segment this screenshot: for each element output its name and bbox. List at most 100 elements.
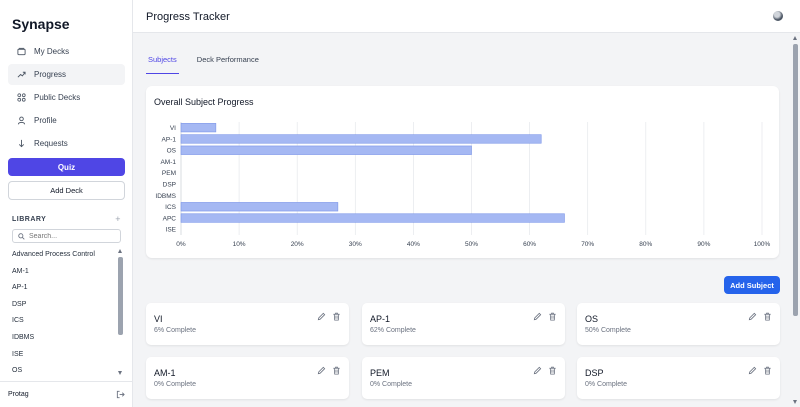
edit-icon[interactable]: [317, 366, 326, 375]
top-bar: Progress Tracker: [133, 0, 800, 33]
x-tick-label: 10%: [233, 241, 246, 248]
bar-apc: [180, 213, 565, 223]
trash-icon[interactable]: [763, 366, 772, 375]
subject-card-pem[interactable]: PEM 0% Complete: [362, 357, 565, 399]
scroll-up-arrow[interactable]: [793, 36, 797, 40]
subject-actions: [311, 366, 341, 375]
scrollbar-thumb[interactable]: [793, 44, 798, 316]
logout-icon[interactable]: [116, 390, 125, 399]
sidebar-item-label: Progress: [34, 70, 67, 79]
library-item[interactable]: AM-1: [12, 264, 116, 281]
scroll-down-arrow[interactable]: [118, 371, 122, 375]
add-deck-button[interactable]: Add Deck: [8, 181, 125, 200]
user-footer: Protag: [0, 381, 133, 407]
add-subject-button[interactable]: Add Subject: [724, 276, 780, 294]
tab-subjects[interactable]: Subjects: [146, 48, 179, 74]
sidebar-item-label: Public Decks: [34, 93, 81, 102]
subject-progress-text: 6% Complete: [154, 327, 197, 334]
x-tick-label: 60%: [523, 241, 536, 248]
y-tick-label: DSP: [163, 181, 176, 188]
subject-name: PEM: [370, 368, 390, 378]
subject-progress-chart-card: Overall Subject Progress 0% 10% 20% 30% 40% 5…: [146, 86, 779, 258]
library-item[interactable]: AP-1: [12, 280, 116, 297]
trash-icon[interactable]: [332, 312, 341, 321]
search-icon: [18, 232, 25, 240]
sidebar-item-requests[interactable]: Requests: [8, 133, 125, 154]
subject-actions: [742, 312, 772, 321]
subject-progress-text: 50% Complete: [585, 327, 631, 334]
scroll-up-arrow[interactable]: [118, 249, 122, 253]
subject-card-os[interactable]: OS 50% Complete: [577, 303, 780, 345]
y-tick-label: AM-1: [160, 159, 176, 166]
subject-card-dsp[interactable]: DSP 0% Complete: [577, 357, 780, 399]
trash-icon[interactable]: [548, 366, 557, 375]
user-icon: [17, 116, 26, 125]
main-scrollbar[interactable]: [793, 36, 798, 404]
x-tick-label: 50%: [465, 241, 478, 248]
subject-card-vi[interactable]: VI 6% Complete: [146, 303, 349, 345]
subject-card-am-1[interactable]: AM-1 0% Complete: [146, 357, 349, 399]
subject-name: DSP: [585, 368, 604, 378]
subject-progress-text: 0% Complete: [370, 381, 413, 388]
library-item[interactable]: Advanced Process Control: [12, 247, 116, 264]
bar-os: [180, 145, 472, 155]
page-title: Progress Tracker: [146, 11, 230, 23]
subject-actions: [527, 366, 557, 375]
edit-icon[interactable]: [748, 312, 757, 321]
x-tick-label: 0%: [176, 241, 186, 248]
add-library-item-button[interactable]: +: [115, 214, 121, 224]
library-item[interactable]: IDBMS: [12, 330, 116, 347]
library-item[interactable]: OS: [12, 363, 116, 377]
bar-ics: [180, 202, 339, 212]
brand-logo[interactable]: Synapse: [12, 16, 70, 32]
scroll-down-arrow[interactable]: [793, 400, 797, 404]
deck-icon: [17, 47, 26, 56]
y-tick-label: OS: [167, 148, 177, 155]
grid-icon: [17, 93, 26, 102]
x-tick-label: 90%: [697, 241, 710, 248]
trending-up-icon: [17, 71, 26, 78]
sidebar-nav: My Decks Progress Public Decks Profile R…: [8, 41, 125, 156]
x-tick-label: 30%: [349, 241, 362, 248]
tab-deck-performance[interactable]: Deck Performance: [195, 48, 261, 74]
library-label: LIBRARY: [12, 215, 47, 223]
sidebar-item-public-decks[interactable]: Public Decks: [8, 87, 125, 108]
scrollbar-thumb[interactable]: [118, 257, 123, 335]
y-tick-label: IDBMS: [155, 193, 176, 200]
y-tick-label: APC: [163, 215, 177, 222]
trash-icon[interactable]: [332, 366, 341, 375]
library-item[interactable]: DSP: [12, 297, 116, 314]
user-name: Protag: [8, 391, 29, 398]
avatar[interactable]: [773, 11, 783, 21]
x-tick-label: 20%: [291, 241, 304, 248]
subject-progress-text: 0% Complete: [154, 381, 197, 388]
library-header: LIBRARY +: [12, 214, 121, 224]
library-item[interactable]: ICS: [12, 313, 116, 330]
arrow-down-icon: [18, 139, 25, 148]
sidebar-item-my-decks[interactable]: My Decks: [8, 41, 125, 62]
edit-icon[interactable]: [533, 366, 542, 375]
sidebar-item-progress[interactable]: Progress: [8, 64, 125, 85]
library-item[interactable]: ISE: [12, 347, 116, 364]
tab-bar: Subjects Deck Performance: [146, 48, 277, 74]
x-tick-label: 100%: [754, 241, 771, 248]
library-search-input[interactable]: [29, 232, 117, 240]
subject-name: OS: [585, 314, 599, 324]
trash-icon[interactable]: [763, 312, 772, 321]
subject-actions: [742, 366, 772, 375]
subject-progress-text: 0% Complete: [585, 381, 628, 388]
sidebar-item-label: Profile: [34, 116, 57, 125]
edit-icon[interactable]: [533, 312, 542, 321]
subject-progress-text: 62% Complete: [370, 327, 416, 334]
library-scrollbar[interactable]: [118, 249, 123, 375]
edit-icon[interactable]: [317, 312, 326, 321]
trash-icon[interactable]: [548, 312, 557, 321]
edit-icon[interactable]: [748, 366, 757, 375]
quiz-button[interactable]: Quiz: [8, 158, 125, 176]
sidebar-item-profile[interactable]: Profile: [8, 110, 125, 131]
sidebar-item-label: Requests: [34, 139, 68, 148]
y-tick-label: AP-1: [162, 136, 177, 143]
y-tick-label: VI: [170, 125, 176, 132]
subject-card-ap-1[interactable]: AP-1 62% Complete: [362, 303, 565, 345]
library-search: [12, 229, 121, 243]
